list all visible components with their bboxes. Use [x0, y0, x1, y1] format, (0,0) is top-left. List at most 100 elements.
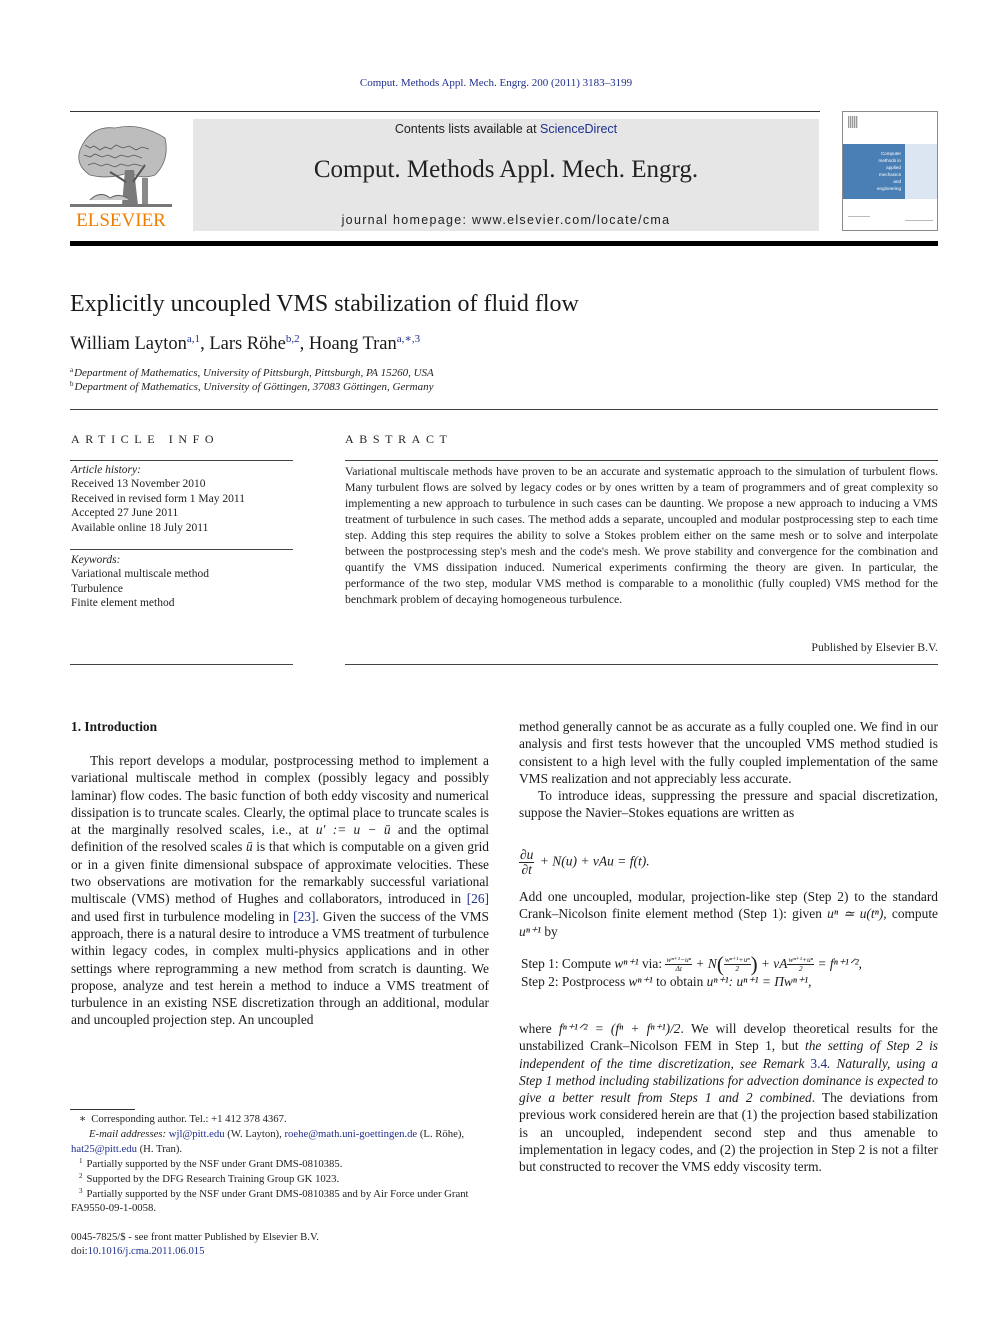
text-run: , compute	[883, 906, 938, 922]
email-label: E-mail addresses:	[89, 1127, 167, 1140]
affiliation-text: Department of Mathematics, University of…	[74, 381, 434, 393]
contents-line: Contents lists available at ScienceDirec…	[193, 122, 819, 136]
fraction: wⁿ⁺¹−uⁿ Δt	[665, 956, 693, 973]
step-label: Step 2: Postprocess	[521, 974, 629, 990]
keyword-item: Finite element method	[71, 597, 175, 610]
math-inline: : uⁿ⁺¹ = Πwⁿ⁺¹,	[728, 974, 812, 990]
email-link[interactable]: hat25@pitt.edu	[71, 1143, 137, 1155]
history-item: Received in revised form 1 May 2011	[71, 492, 245, 505]
homepage-url[interactable]: www.elsevier.com/locate/cma	[472, 213, 670, 227]
issn-line: 0045-7825/$ - see front matter Published…	[71, 1231, 319, 1243]
footnote-mark: 3	[79, 1186, 83, 1195]
masthead-thick-rule	[70, 241, 938, 246]
journal-cover-thumbnail[interactable]: Computer methods in applied mechanics an…	[842, 111, 938, 231]
right-column-top: method generally cannot be as accurate a…	[519, 718, 938, 822]
doi-link[interactable]: 10.1016/j.cma.2011.06.015	[88, 1245, 205, 1257]
text-run: by	[541, 923, 558, 939]
front-matter: 0045-7825/$ - see front matter Published…	[71, 1230, 319, 1259]
step-1: Step 1: Compute wⁿ⁺¹ via: wⁿ⁺¹−uⁿ Δt + N(…	[521, 952, 862, 976]
text-run: . Given the success of the VMS approach,…	[71, 908, 489, 1028]
history-label: Article history:	[71, 464, 141, 476]
equation-rest: + N(u) + νAu = f(t).	[536, 853, 650, 869]
footnote-text: Partially supported by the NSF under Gra…	[71, 1187, 469, 1215]
email-link[interactable]: roehe@math.uni-goettingen.de	[284, 1128, 417, 1140]
published-by: Published by Elsevier B.V.	[811, 640, 938, 654]
history-item: Accepted 27 June 2011	[71, 507, 179, 520]
elsevier-wordmark: ELSEVIER	[76, 210, 166, 231]
step-2: Step 2: Postprocess wⁿ⁺¹ to obtain uⁿ⁺¹:…	[521, 973, 862, 990]
footnote-text: Corresponding author. Tel.: +1 412 378 4…	[91, 1113, 287, 1125]
journal-homepage: journal homepage: www.elsevier.com/locat…	[193, 213, 819, 227]
paragraph: Add one uncoupled, modular, projection-l…	[519, 888, 938, 940]
author-affiliation-link[interactable]: b,2	[286, 333, 300, 345]
text-run: where	[519, 1021, 559, 1036]
author-name: Lars Röhe	[209, 334, 286, 354]
text-run: and used first in turbulence modeling in	[71, 908, 294, 924]
cover-line: methods in	[878, 158, 901, 163]
email-owner: (H. Tran).	[136, 1142, 183, 1155]
abstract-heading: ABSTRACT	[345, 432, 453, 446]
footnote-corresponding: ∗ Corresponding author. Tel.: +1 412 378 …	[71, 1112, 489, 1127]
footnote: 3 Partially supported by the NSF under Gr…	[71, 1187, 489, 1217]
affiliation: bDepartment of Mathematics, University o…	[70, 381, 434, 394]
cover-side-panel	[905, 144, 937, 199]
equation: ∂u ∂t + N(u) + νAu = f(t).	[519, 848, 650, 877]
paragraph: This report develops a modular, postproc…	[71, 752, 489, 1029]
footnote: 2 Supported by the DFG Research Training …	[71, 1172, 489, 1187]
divider	[345, 664, 938, 665]
paren: (	[716, 952, 724, 976]
abstract-body: Variational multiscale methods have prov…	[345, 464, 938, 606]
text-run: via:	[638, 956, 666, 971]
contents-prefix: Contents lists available at	[394, 122, 541, 136]
math-inline: uⁿ ≃ u(tⁿ)	[827, 906, 884, 922]
doi-line: doi:10.1016/j.cma.2011.06.015	[71, 1244, 319, 1258]
math-inline: uⁿ⁺¹	[519, 923, 541, 939]
author-name: Hoang Tran	[308, 334, 397, 354]
right-column-mid: Add one uncoupled, modular, projection-l…	[519, 888, 938, 940]
left-column: This report develops a modular, postproc…	[71, 752, 489, 1029]
math-inline: wⁿ⁺¹	[628, 974, 653, 990]
footnote-text: Partially supported by the NSF under Gra…	[86, 1157, 343, 1170]
homepage-prefix: journal homepage:	[341, 213, 473, 227]
sciencedirect-link[interactable]: ScienceDirect	[540, 122, 617, 136]
divider	[70, 664, 293, 665]
math-inline: = fⁿ⁺¹ᐟ²,	[814, 956, 862, 971]
affiliation-text: Department of Mathematics, University of…	[74, 367, 434, 379]
fraction-denominator: ∂t	[521, 862, 532, 877]
author-affiliation-link[interactable]: a,∗,3	[397, 333, 420, 345]
divider	[345, 460, 938, 461]
email-link[interactable]: wjl@pitt.edu	[169, 1128, 225, 1140]
divider	[70, 460, 293, 461]
cross-reference-link[interactable]: 3.4	[810, 1056, 827, 1071]
citation-link[interactable]: [23]	[293, 909, 315, 924]
keywords: Keywords: Variational multiscale method …	[71, 553, 209, 611]
author-affiliation-link[interactable]: a,1	[187, 333, 200, 345]
affiliation-mark: a	[70, 366, 74, 374]
math-inline: + N	[692, 956, 717, 971]
footnote: 1 Partially supported by the NSF under Gr…	[71, 1157, 489, 1172]
email-owner: (L. Röhe),	[417, 1127, 465, 1140]
author-list: William Laytona,1, Lars Röheb,2, Hoang T…	[70, 333, 421, 355]
divider	[70, 549, 293, 550]
keyword-item: Variational multiscale method	[71, 568, 209, 581]
cover-line: engineering	[876, 186, 901, 191]
footnote-emails: E-mail addresses: wjl@pitt.edu (W. Layto…	[71, 1127, 489, 1157]
paragraph: where fⁿ⁺¹ᐟ² = (fⁿ + fⁿ⁺¹)/2. We will de…	[519, 1020, 938, 1176]
cover-line: applied	[886, 165, 901, 170]
footnote-mark: 1	[79, 1156, 83, 1165]
text-run: to obtain	[652, 974, 707, 990]
math-inline: ū	[245, 839, 253, 855]
cover-logo-icon	[848, 116, 858, 128]
author-name: William Layton	[70, 334, 187, 354]
cover-footer-left	[848, 216, 870, 220]
citation-link[interactable]: [26]	[467, 891, 489, 906]
running-header[interactable]: Comput. Methods Appl. Mech. Engrg. 200 (…	[0, 77, 992, 89]
fraction-numerator: ∂u	[519, 847, 535, 863]
algorithm-steps: Step 1: Compute wⁿ⁺¹ via: wⁿ⁺¹−uⁿ Δt + N(…	[521, 952, 862, 990]
math-inline: + νA	[757, 956, 788, 971]
journal-banner: Contents lists available at ScienceDirec…	[193, 119, 819, 231]
section-heading: 1. Introduction	[71, 719, 158, 734]
fraction: wⁿ⁺¹+uⁿ 2	[723, 956, 751, 973]
right-column-bottom: where fⁿ⁺¹ᐟ² = (fⁿ + fⁿ⁺¹)/2. We will de…	[519, 1020, 938, 1176]
asterisk-mark: ∗	[79, 1113, 87, 1125]
